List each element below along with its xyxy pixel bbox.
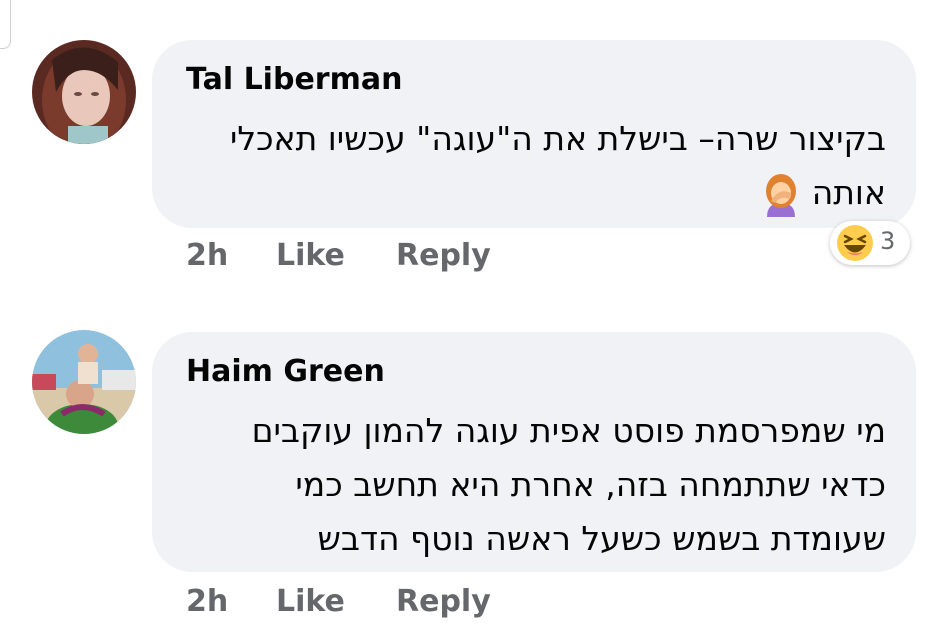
comment-bubble: Haim Green מי שמפרסמת פוסט אפית עוגה להמ… xyxy=(152,332,916,572)
comment-text: בקיצור שרה– בישלת את ה"עוגה" עכשיו תאכלי… xyxy=(186,112,886,220)
like-button[interactable]: Like xyxy=(276,584,345,619)
comment-timestamp[interactable]: 2h xyxy=(186,584,228,619)
comment-bubble: Tal Liberman בקיצור שרה– בישלת את ה"עוגה… xyxy=(152,40,916,228)
laughing-face-icon xyxy=(836,224,874,262)
window-edge xyxy=(0,0,11,49)
avatar[interactable] xyxy=(32,330,136,434)
woman-facepalming-icon xyxy=(761,173,801,217)
like-button[interactable]: Like xyxy=(276,238,345,273)
reaction-summary[interactable]: 3 xyxy=(830,221,910,265)
reply-button[interactable]: Reply xyxy=(396,238,491,273)
avatar[interactable] xyxy=(32,40,136,144)
comment-text-line: בקיצור שרה– בישלת את ה"עוגה" עכשיו תאכלי xyxy=(229,119,886,158)
reply-button[interactable]: Reply xyxy=(396,584,491,619)
comment-text-line: כדאי שתתמחה בזה, אחרת היא תחשב כמי xyxy=(295,465,886,504)
comment-text-line: אותה xyxy=(811,173,886,212)
reaction-count: 3 xyxy=(880,227,896,255)
comment-text-line-with-emoji: אותה xyxy=(186,166,886,220)
comment-text-line: מי שמפרסמת פוסט אפית עוגה להמון עוקבים xyxy=(251,411,886,450)
comment-author[interactable]: Haim Green xyxy=(186,354,385,389)
comment-timestamp[interactable]: 2h xyxy=(186,238,228,273)
comment-author[interactable]: Tal Liberman xyxy=(186,62,402,97)
comment-text: מי שמפרסמת פוסט אפית עוגה להמון עוקבים כ… xyxy=(186,404,886,566)
comment-text-line: שעומדת בשמש כשעל ראשה נוטף הדבש xyxy=(317,519,886,558)
